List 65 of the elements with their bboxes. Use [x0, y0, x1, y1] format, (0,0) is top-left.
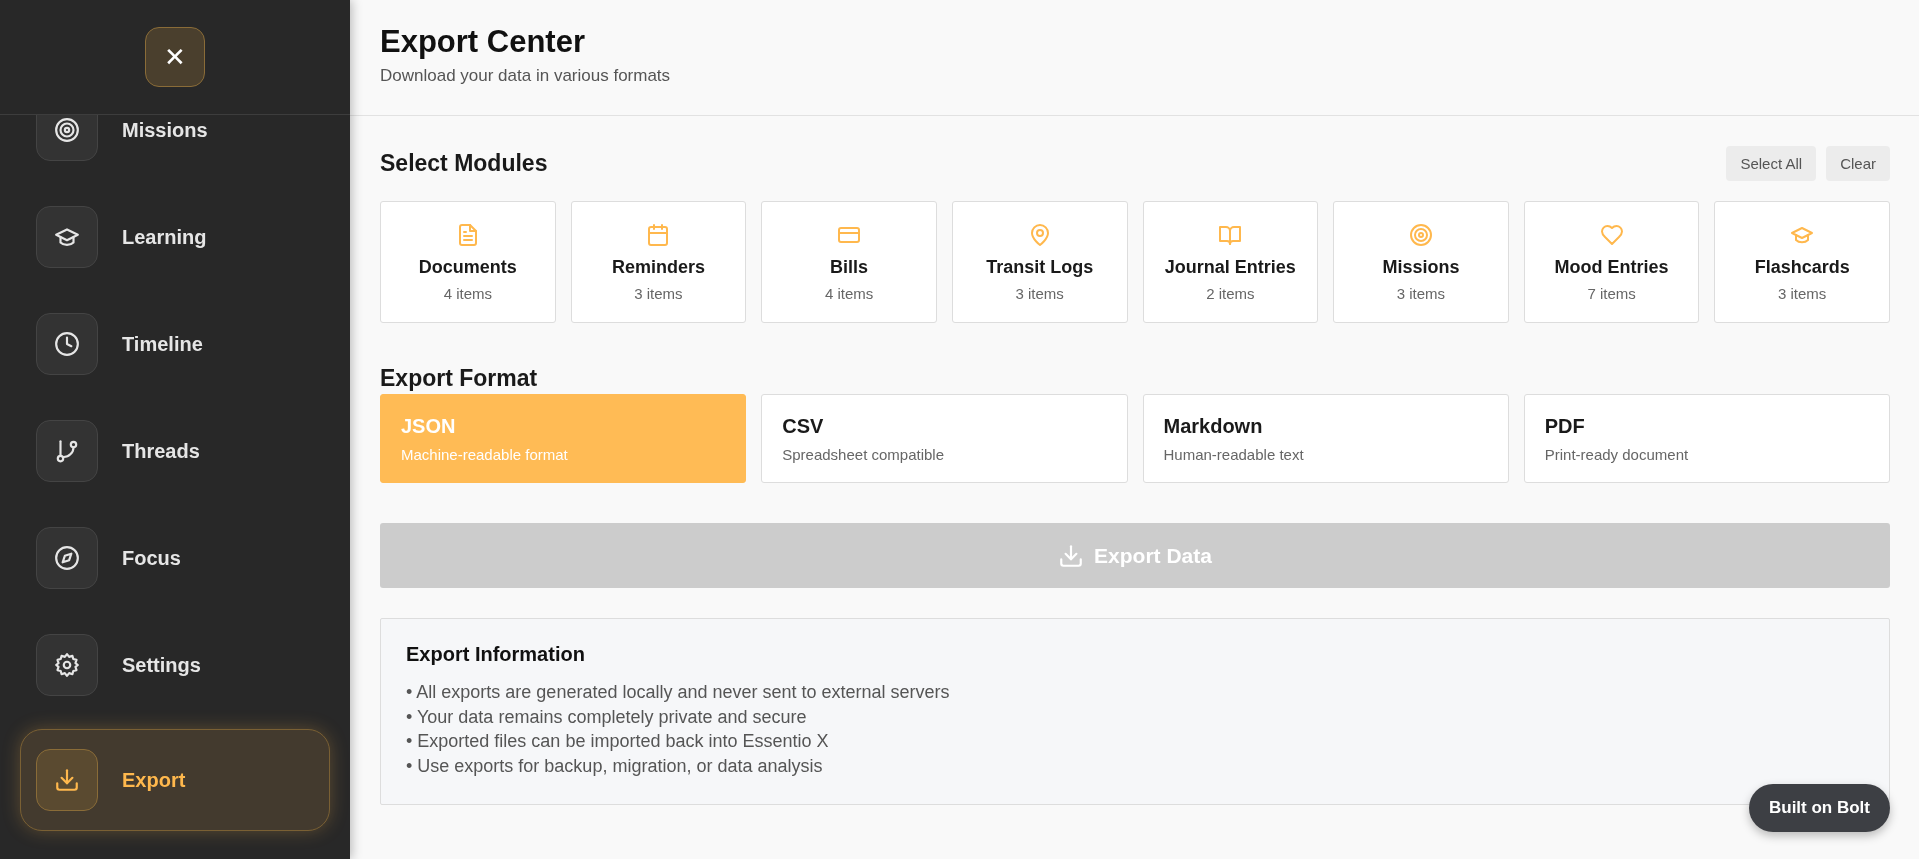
clock-icon — [54, 331, 80, 357]
format-option[interactable]: CSV Spreadsheet compatible — [761, 394, 1128, 483]
module-name: Documents — [418, 256, 517, 278]
sidebar-item[interactable]: Settings — [20, 622, 330, 708]
module-card[interactable]: Bills 4 items — [761, 201, 937, 323]
module-count: 3 items — [634, 284, 683, 302]
format-description: Spreadsheet compatible — [782, 446, 946, 463]
info-text: • Your data remains completely private and secure — [406, 705, 808, 729]
info-text: • Exported files can be imported back into Essentio X — [406, 730, 830, 753]
format-description: Print-ready document — [1544, 446, 1690, 463]
section-title: Select Modules — [380, 150, 548, 177]
info-text: • All exports are generated locally and never sent to external servers — [406, 681, 951, 704]
module-name: Journal Entries — [1164, 256, 1296, 278]
format-name: Markdown — [1163, 415, 1264, 438]
module-name: Flashcards — [1754, 256, 1850, 278]
module-name: Reminders — [611, 256, 705, 278]
format-description: Human-readable text — [1163, 446, 1305, 463]
sidebar-item[interactable]: Missions — [20, 115, 330, 173]
target-icon — [54, 117, 80, 143]
settings-icon — [54, 652, 80, 678]
module-card[interactable]: Reminders 3 items — [570, 201, 747, 323]
module-name: Transit Logs — [986, 256, 1094, 278]
module-card[interactable]: Journal Entries 2 items — [1142, 201, 1319, 323]
module-count: 4 items — [824, 284, 874, 302]
branch-icon — [54, 438, 80, 464]
format-name: CSV — [782, 415, 825, 438]
format-name: JSON — [401, 415, 457, 438]
calendar-icon — [646, 222, 671, 247]
module-count: 3 items — [1396, 284, 1446, 302]
module-card[interactable]: Missions 3 items — [1333, 201, 1509, 323]
module-card[interactable]: Documents 4 items — [380, 201, 556, 323]
format-option[interactable]: Markdown Human-readable text — [1142, 394, 1509, 483]
section-title: Export Format — [380, 365, 539, 392]
module-card[interactable]: Mood Entries 7 items — [1523, 201, 1700, 323]
module-name: Mood Entries — [1554, 256, 1669, 278]
heart-icon — [1599, 222, 1624, 247]
format-option[interactable]: PDF Print-ready document — [1523, 394, 1890, 483]
module-card[interactable]: Transit Logs 3 items — [951, 201, 1128, 323]
sidebar-item[interactable]: Focus — [20, 515, 330, 601]
download-icon — [1058, 542, 1085, 569]
module-count: 7 items — [1587, 284, 1636, 302]
module-count: 2 items — [1206, 284, 1255, 302]
format-name: PDF — [1544, 415, 1586, 438]
sidebar-item[interactable]: Export — [20, 729, 330, 831]
info-title: Export Information — [406, 643, 586, 666]
sidebar-item[interactable]: Learning — [20, 194, 330, 280]
action-button[interactable]: Clear — [1826, 146, 1890, 181]
module-count: 3 items — [1015, 284, 1064, 302]
info-text: • Use exports for backup, migration, or data analysis — [406, 754, 824, 778]
compass-icon — [54, 545, 80, 571]
module-card[interactable]: Flashcards 3 items — [1714, 201, 1890, 323]
close-button[interactable]: ✕ — [145, 27, 205, 87]
page-title: Export Center — [380, 24, 586, 60]
target-icon — [1408, 222, 1433, 247]
page-subtitle: Download your data in various formats — [380, 66, 672, 86]
download-icon — [54, 767, 80, 793]
sidebar-item[interactable]: Timeline — [20, 301, 330, 387]
format-description: Machine-readable format — [401, 446, 569, 463]
sidebar-item[interactable]: Threads — [20, 408, 330, 494]
module-count: 3 items — [1778, 284, 1827, 302]
module-name: Missions — [1382, 256, 1460, 278]
module-count: 4 items — [443, 284, 492, 302]
module-name: Bills — [830, 256, 869, 278]
action-button[interactable]: Select All — [1726, 146, 1817, 181]
built-on-badge[interactable]: Built on Bolt — [1748, 784, 1890, 832]
